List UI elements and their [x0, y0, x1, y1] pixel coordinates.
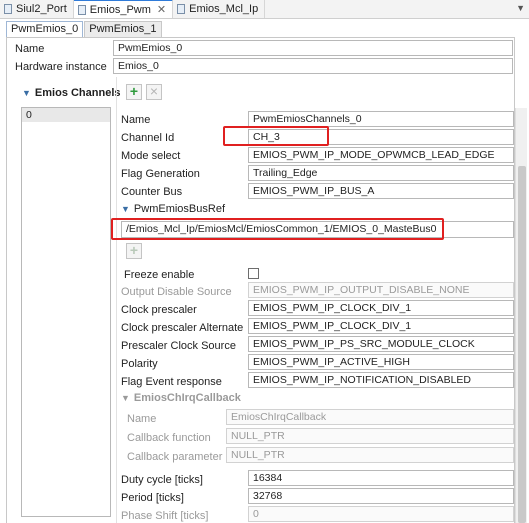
callback-section-title: EmiosChIrqCallback — [133, 392, 241, 404]
mode-select-label: Mode select — [121, 150, 181, 162]
flag-generation-label: Flag Generation — [121, 168, 200, 180]
phase-shift-label: Phase Shift [ticks] — [121, 510, 209, 522]
bus-ref-field[interactable]: /Emios_Mcl_Ip/EmiosMcl/EmiosCommon_1/EMI… — [121, 221, 514, 238]
tab-label: Emios_Mcl_Ip — [189, 3, 259, 15]
tab-emios-mcl-ip[interactable]: Emios_Mcl_Ip — [173, 0, 266, 18]
hardware-instance-field[interactable]: Emios_0 — [113, 58, 513, 74]
flag-event-response-label: Flag Event response — [121, 376, 222, 388]
close-icon[interactable]: ✕ — [157, 3, 166, 16]
output-disable-source-label: Output Disable Source — [121, 286, 232, 298]
flag-generation-field[interactable]: Trailing_Edge — [248, 165, 514, 181]
flag-event-response-field[interactable]: EMIOS_PWM_IP_NOTIFICATION_DISABLED — [248, 372, 514, 388]
callback-name-field[interactable]: EmiosChIrqCallback — [226, 409, 514, 425]
emios-channels-title: Emios Channels — [34, 87, 121, 99]
output-disable-source-field[interactable]: EMIOS_PWM_IP_OUTPUT_DISABLE_NONE — [248, 282, 514, 298]
duty-cycle-label: Duty cycle [ticks] — [121, 474, 203, 486]
file-icon — [4, 4, 12, 14]
polarity-field[interactable]: EMIOS_PWM_IP_ACTIVE_HIGH — [248, 354, 514, 370]
list-item[interactable]: 0 — [22, 108, 110, 122]
bus-ref-header[interactable]: ▼ PwmEmiosBusRef — [121, 203, 225, 215]
period-label: Period [ticks] — [121, 492, 184, 504]
channel-name-label: Name — [121, 114, 151, 126]
emios-channels-header[interactable]: ▼ Emios Channels — [22, 87, 121, 99]
add-bus-ref-button[interactable]: + — [126, 243, 142, 259]
counter-bus-label: Counter Bus — [121, 186, 183, 198]
tab-pwmemios-0[interactable]: PwmEmios_0 — [6, 21, 84, 37]
counter-bus-field[interactable]: EMIOS_PWM_IP_BUS_A — [248, 183, 514, 199]
callback-function-label: Callback function — [127, 432, 211, 444]
channel-id-field[interactable]: CH_3 — [248, 129, 514, 145]
panel-divider — [116, 77, 117, 523]
vertical-scrollbar[interactable] — [515, 108, 527, 523]
callback-function-field[interactable]: NULL_PTR — [226, 428, 514, 444]
file-icon — [77, 4, 86, 15]
chevron-down-icon: ▼ — [121, 204, 130, 214]
chevron-down-icon: ▼ — [121, 393, 130, 403]
phase-shift-field[interactable]: 0 — [248, 506, 514, 522]
name-label: Name — [15, 43, 45, 55]
clock-prescaler-label: Clock prescaler — [121, 304, 197, 316]
freeze-enable-checkbox[interactable] — [248, 268, 259, 279]
clock-prescaler-alternate-field[interactable]: EMIOS_PWM_IP_CLOCK_DIV_1 — [248, 318, 514, 334]
clock-prescaler-field[interactable]: EMIOS_PWM_IP_CLOCK_DIV_1 — [248, 300, 514, 316]
bus-ref-title: PwmEmiosBusRef — [133, 203, 225, 215]
channel-name-field[interactable]: PwmEmiosChannels_0 — [248, 111, 514, 127]
polarity-label: Polarity — [121, 358, 158, 370]
period-field[interactable]: 32768 — [248, 488, 514, 504]
scrollbar-thumb[interactable] — [518, 166, 526, 523]
editor-tab-bar: Siul2_Port Emios_Pwm ✕ Emios_Mcl_Ip ▼ — [0, 0, 529, 19]
add-channel-button[interactable]: + — [126, 84, 142, 100]
tab-siul2-port[interactable]: Siul2_Port — [0, 0, 74, 18]
callback-name-label: Name — [127, 413, 157, 425]
channel-list: 0 — [21, 107, 111, 517]
name-field[interactable]: PwmEmios_0 — [113, 40, 513, 56]
mode-select-field[interactable]: EMIOS_PWM_IP_MODE_OPWMCB_LEAD_EDGE — [248, 147, 514, 163]
file-icon — [177, 4, 186, 14]
channel-id-label: Channel Id — [121, 132, 175, 144]
callback-parameter-field[interactable]: NULL_PTR — [226, 447, 514, 463]
duty-cycle-field[interactable]: 16384 — [248, 470, 514, 486]
callback-parameter-label: Callback parameter — [127, 451, 223, 463]
prescaler-clock-source-label: Prescaler Clock Source — [121, 340, 236, 352]
hardware-instance-label: Hardware instance — [15, 61, 107, 73]
chevron-down-icon[interactable]: ▼ — [516, 3, 525, 13]
chevron-down-icon: ▼ — [22, 88, 31, 98]
freeze-enable-label: Freeze enable — [124, 269, 195, 281]
tab-emios-pwm[interactable]: Emios_Pwm ✕ — [73, 0, 174, 18]
clock-prescaler-alternate-label: Clock prescaler Alternate — [121, 322, 244, 334]
tab-pwmemios-1[interactable]: PwmEmios_1 — [84, 21, 162, 37]
instance-tab-bar: PwmEmios_0 PwmEmios_1 — [6, 21, 163, 37]
callback-section-header[interactable]: ▼ EmiosChIrqCallback — [121, 392, 241, 404]
tab-label: Emios_Pwm — [89, 3, 151, 16]
prescaler-clock-source-field[interactable]: EMIOS_PWM_IP_PS_SRC_MODULE_CLOCK — [248, 336, 514, 352]
tab-label: Siul2_Port — [16, 3, 67, 15]
delete-channel-button[interactable]: × — [146, 84, 162, 100]
